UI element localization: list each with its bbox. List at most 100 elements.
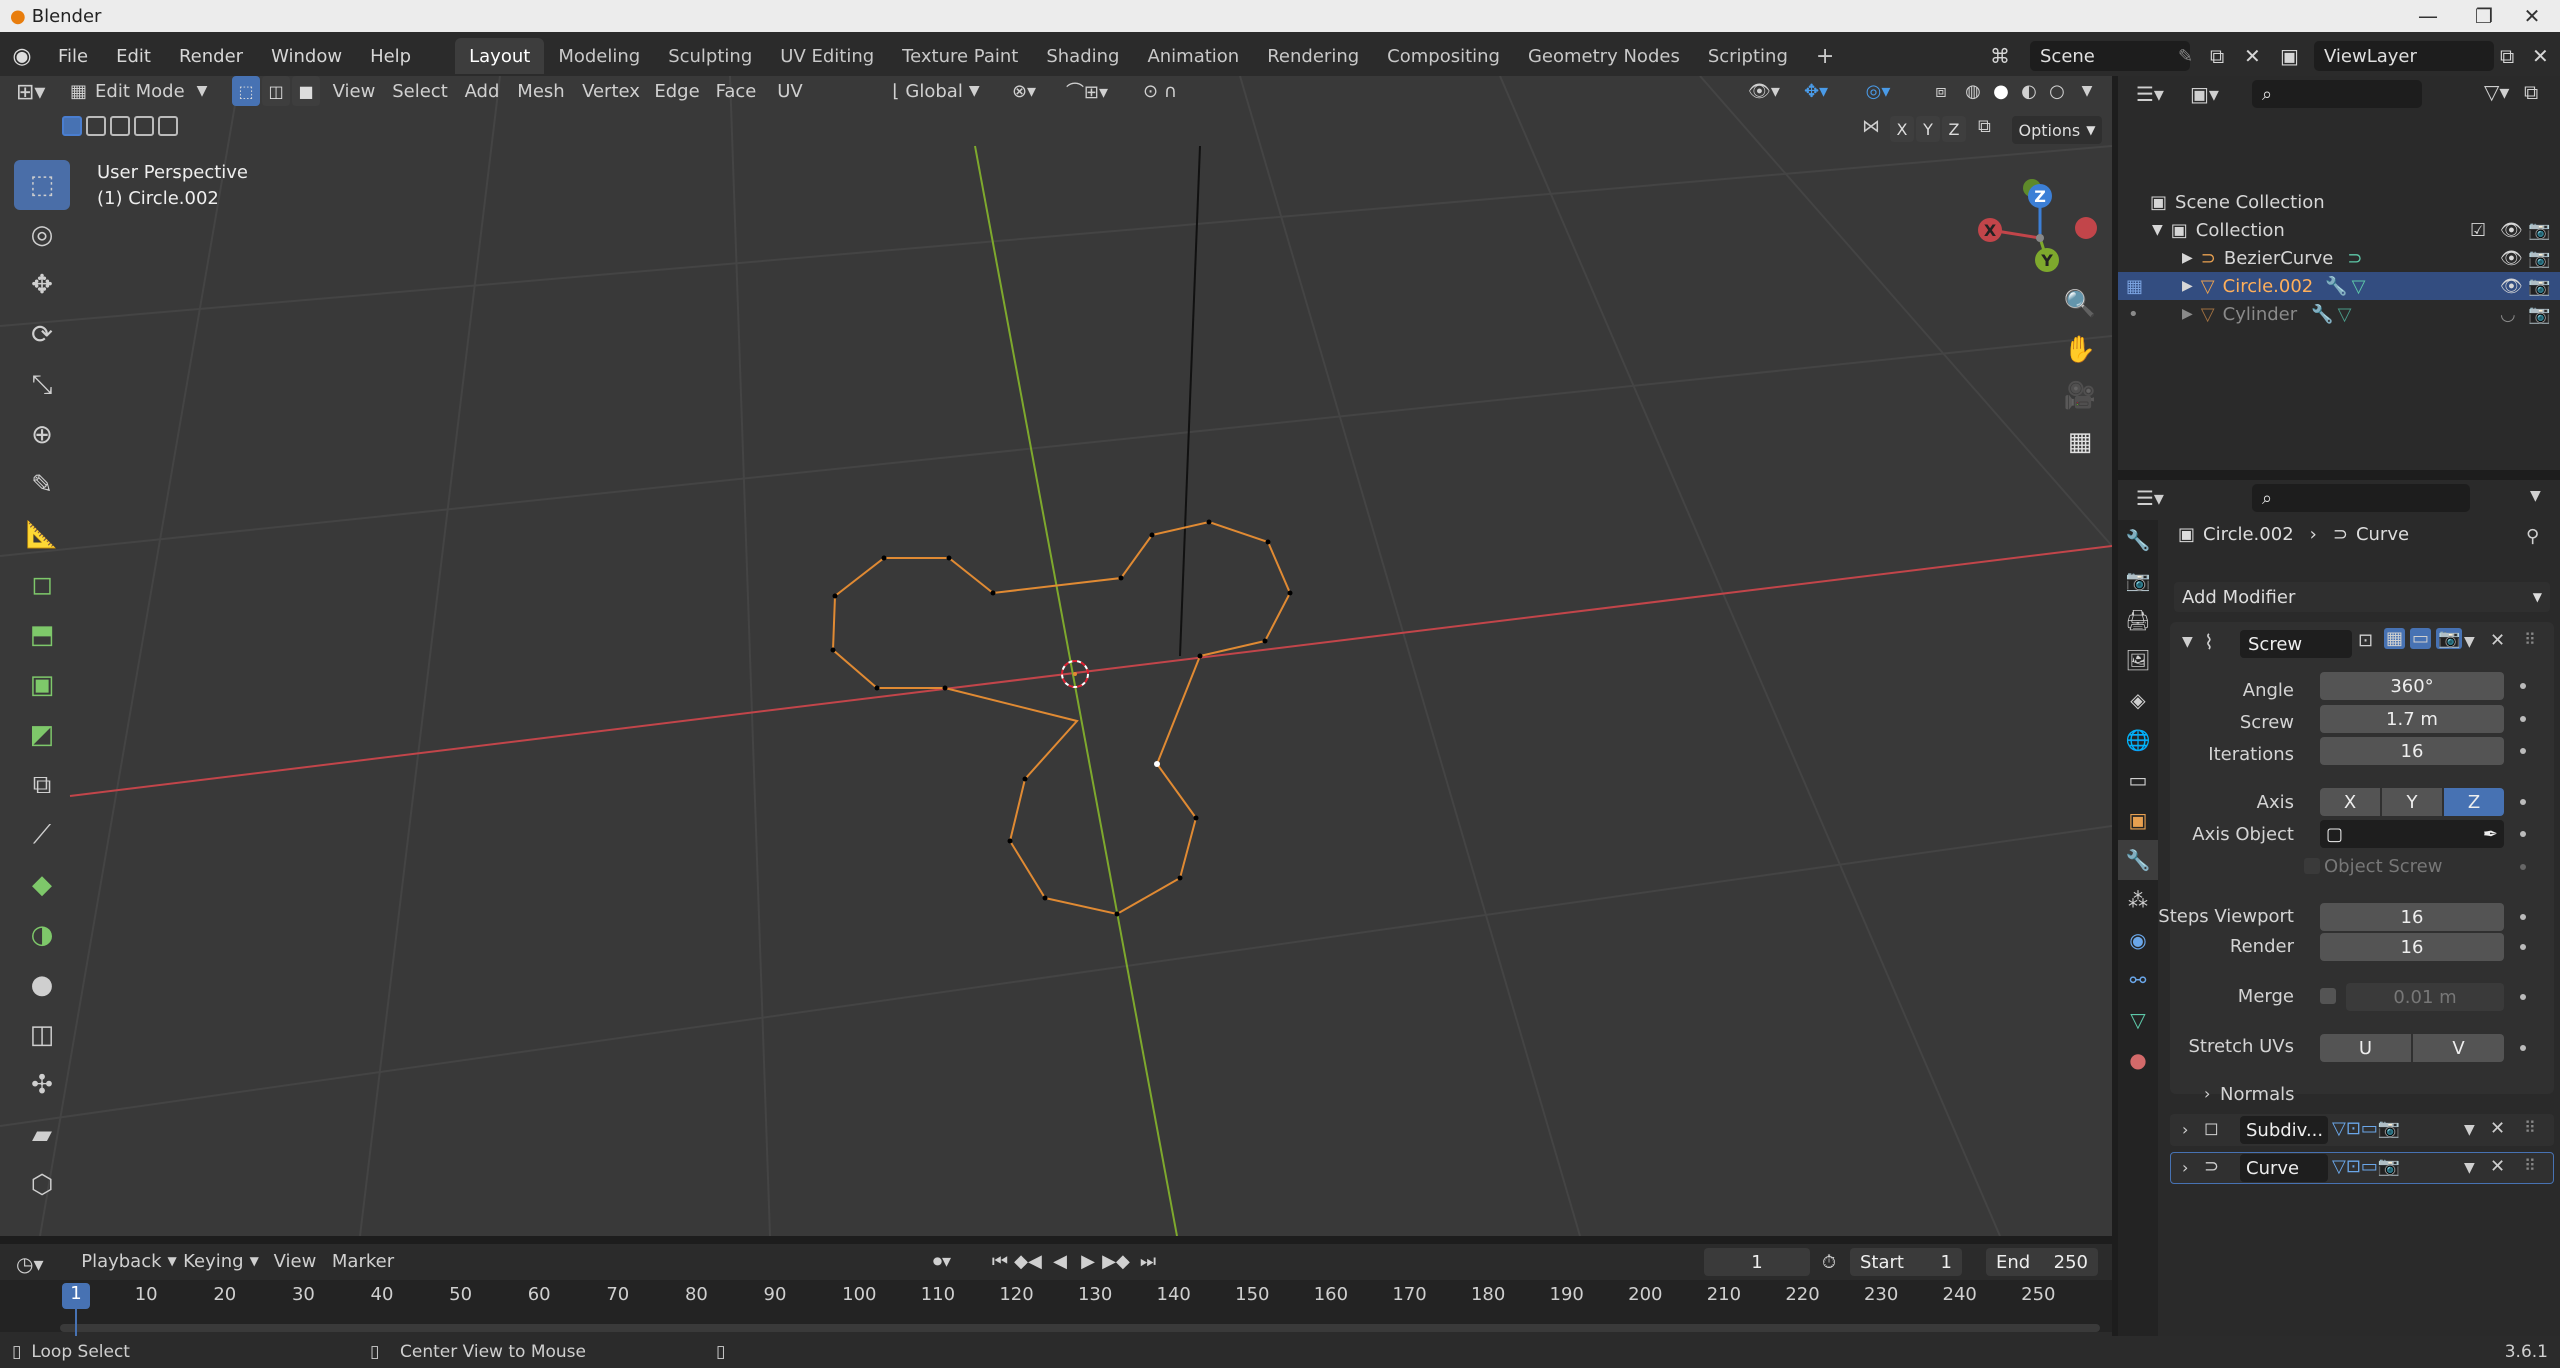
tab-scripting[interactable]: Scripting <box>1694 38 1802 74</box>
outliner-collection[interactable]: ▼ ▣ Collection ☑ 👁 📷 <box>2118 216 2560 244</box>
add-workspace-icon[interactable]: + <box>1802 38 1848 74</box>
expand-icon[interactable]: ▶ <box>2182 306 2193 322</box>
zoom-icon[interactable]: 🔍 <box>2058 282 2102 326</box>
measure-tool-icon[interactable]: 📐 <box>14 510 70 560</box>
editor-type-icon[interactable]: ⊞▾ <box>16 80 45 105</box>
pivot-icon[interactable]: ⊗▾ <box>1002 76 1046 106</box>
checkbox-icon[interactable]: ☑ <box>2470 220 2486 241</box>
eye-icon[interactable]: 👁 <box>2500 276 2523 297</box>
subdiv-toggles-icon[interactable]: ▽⊡▭📷 <box>2332 1118 2400 1139</box>
menu-window[interactable]: Window <box>257 36 356 76</box>
pin-icon[interactable]: ✎ <box>2178 46 2193 67</box>
curve-toggles-icon[interactable]: ▽⊡▭📷 <box>2332 1156 2400 1177</box>
modifier-wrench-icon[interactable]: 🔧 <box>2325 276 2347 297</box>
axis-toggle-z[interactable]: Z <box>1942 116 1966 142</box>
properties-editor-icon[interactable]: ☰▾ <box>2136 486 2164 510</box>
menu-file[interactable]: File <box>44 36 102 76</box>
jump-end-icon[interactable]: ⏭ <box>1136 1246 1160 1276</box>
tab-layout[interactable]: Layout <box>455 38 545 74</box>
viewport-canvas[interactable] <box>0 76 2112 1236</box>
axis-toggle-y[interactable]: Y <box>1916 116 1940 142</box>
eyedropper-icon[interactable]: ✒ <box>2483 824 2498 845</box>
drag-handle-icon[interactable]: ⠿ <box>2524 1118 2536 1137</box>
shading-material-icon[interactable]: ◐ <box>2016 76 2042 106</box>
axis-object-field[interactable]: ▢ ✒ <box>2320 820 2504 848</box>
expand-icon[interactable]: ▼ <box>2152 222 2163 238</box>
tab-compositing[interactable]: Compositing <box>1373 38 1514 74</box>
area-divider[interactable] <box>0 1236 2112 1244</box>
keyframe-dot-icon[interactable] <box>2520 944 2526 950</box>
keyframe-dot-icon[interactable] <box>2520 748 2526 754</box>
select-extend-icon[interactable] <box>86 116 106 136</box>
material-tab-icon[interactable]: ● <box>2118 1040 2158 1080</box>
spin-icon[interactable]: ◑ <box>14 910 70 960</box>
outliner-item-cylinder[interactable]: • ▶ ▽ Cylinder 🔧 ▽ ◡ 📷 <box>2118 300 2560 328</box>
play-reverse-icon[interactable]: ◀ <box>1048 1246 1072 1276</box>
gizmo-x-label[interactable]: X <box>1984 221 1997 240</box>
area-divider[interactable] <box>2118 470 2560 480</box>
next-keyframe-icon[interactable]: ▶◆ <box>1102 1246 1130 1276</box>
modifier-wrench-icon[interactable]: 🔧 <box>2311 304 2333 325</box>
face-select-icon[interactable]: ■ <box>292 76 320 106</box>
snap-icon[interactable]: ⌒⊞▾ <box>1052 76 1122 106</box>
eye-hidden-icon[interactable]: ◡ <box>2500 304 2516 325</box>
menu-timeline-view[interactable]: View <box>270 1246 320 1276</box>
scene-icon[interactable]: ⌘ <box>1990 44 2010 68</box>
normals-label[interactable]: Normals <box>2220 1084 2295 1105</box>
shading-solid-icon[interactable]: ● <box>1988 76 2014 106</box>
data-tab-icon[interactable]: ▽ <box>2118 1000 2158 1040</box>
render-steps-field[interactable]: 16 <box>2320 933 2504 961</box>
eye-icon[interactable]: 👁 <box>2500 220 2523 241</box>
rotate-tool-icon[interactable]: ⟳ <box>14 310 70 360</box>
start-frame-field[interactable]: Start 1 <box>1850 1248 1962 1276</box>
tab-uv-editing[interactable]: UV Editing <box>766 38 888 74</box>
world-tab-icon[interactable]: 🌐 <box>2118 720 2158 760</box>
new-view-layer-icon[interactable]: ⧉ <box>2500 44 2514 68</box>
stretch-u-button[interactable]: U <box>2320 1034 2411 1062</box>
object-tab-icon[interactable]: ▣ <box>2118 800 2158 840</box>
menu-add[interactable]: Add <box>460 76 504 106</box>
transform-tool-icon[interactable]: ⊕ <box>14 410 70 460</box>
scale-tool-icon[interactable]: ⤡ <box>14 360 70 410</box>
remove-modifier-icon[interactable]: ✕ <box>2490 630 2505 651</box>
menu-select[interactable]: Select <box>390 76 450 106</box>
tab-sculpting[interactable]: Sculpting <box>654 38 766 74</box>
playhead[interactable]: 1 <box>62 1283 90 1309</box>
record-keyframe-icon[interactable]: ⏺▾ <box>922 1246 962 1276</box>
menu-mesh[interactable]: Mesh <box>514 76 568 106</box>
move-tool-icon[interactable]: ✥ <box>14 260 70 310</box>
menu-uv[interactable]: UV <box>770 76 810 106</box>
shading-rendered-icon[interactable]: ○ <box>2044 76 2070 106</box>
keyframe-dot-icon[interactable] <box>2520 994 2526 1000</box>
mesh-data-icon[interactable]: ▽ <box>2338 304 2352 325</box>
select-subtract-icon[interactable] <box>110 116 130 136</box>
keyframe-dot-icon[interactable] <box>2520 799 2526 805</box>
scene-field[interactable]: Scene <box>2030 41 2190 71</box>
xray-toggle-icon[interactable]: ⧈ <box>1926 76 1956 106</box>
delete-scene-icon[interactable]: ✕ <box>2244 44 2261 68</box>
viewport-toggle-icon[interactable]: ▭ <box>2410 628 2432 649</box>
prev-keyframe-icon[interactable]: ◆◀ <box>1014 1246 1042 1276</box>
tab-rendering[interactable]: Rendering <box>1253 38 1373 74</box>
gizmo-y-label[interactable]: Y <box>2040 251 2053 270</box>
chevron-down-icon[interactable]: ▼ <box>2464 634 2475 650</box>
chevron-down-icon[interactable]: ▼ <box>2464 1160 2475 1176</box>
minimize-icon[interactable]: — <box>2400 0 2456 32</box>
camera-view-icon[interactable]: 🎥 <box>2058 374 2102 418</box>
visibility-icon[interactable]: 👁▾ <box>1744 76 1784 106</box>
chevron-right-icon[interactable]: › <box>2204 1084 2210 1103</box>
inset-icon[interactable]: ▣ <box>14 660 70 710</box>
edit-mode-toggle-icon[interactable]: ▦ <box>2126 276 2143 297</box>
chevron-down-icon[interactable]: ▼ <box>2530 488 2541 504</box>
collapse-icon[interactable]: ▼ <box>2182 634 2193 650</box>
keyframe-dot-icon[interactable] <box>2520 864 2526 870</box>
smooth-icon[interactable]: ● <box>14 960 70 1010</box>
add-cube-icon[interactable]: ◻ <box>14 560 70 610</box>
keyframe-dot-icon[interactable] <box>2520 1045 2526 1051</box>
axis-toggle-x[interactable]: X <box>1890 116 1914 142</box>
render-camera-icon[interactable]: 📷 <box>2528 276 2550 297</box>
scene-tab-icon[interactable]: ◈ <box>2118 680 2158 720</box>
vertex-select-icon[interactable]: ⬚ <box>232 76 260 106</box>
menu-face[interactable]: Face <box>712 76 760 106</box>
expand-icon[interactable]: › <box>2182 1158 2188 1177</box>
